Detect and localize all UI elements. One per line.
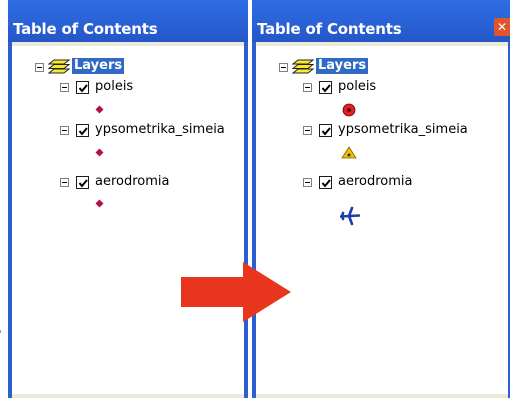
collapse-toggle-aerodromia[interactable]	[60, 178, 69, 187]
layer-name-poleis[interactable]: poleis	[338, 79, 376, 95]
frame-edge	[256, 394, 508, 398]
diamond-marker-icon	[95, 199, 104, 208]
collapse-toggle-aerodromia[interactable]	[303, 178, 312, 187]
diamond-marker-icon	[95, 148, 104, 157]
title-bar[interactable]: Table of Contents ✕	[252, 0, 510, 42]
close-button[interactable]: ✕	[494, 18, 510, 36]
layer-name-ypsometrika[interactable]: ypsometrika_simeia	[95, 122, 225, 138]
red-circle-marker-icon	[342, 103, 356, 117]
layer-checkbox-ypsometrika[interactable]	[319, 124, 332, 137]
collapse-toggle-poleis[interactable]	[60, 83, 69, 92]
window-title: Table of Contents	[13, 20, 158, 38]
layer-name-ypsometrika[interactable]: ypsometrika_simeia	[338, 122, 468, 138]
frame-edge	[256, 42, 508, 46]
layer-checkbox-aerodromia[interactable]	[76, 176, 89, 189]
layer-checkbox-ypsometrika[interactable]	[76, 124, 89, 137]
layer-checkbox-poleis[interactable]	[76, 81, 89, 94]
frame-edge	[12, 394, 244, 398]
layers-icon	[48, 59, 70, 74]
stray-tick-mark	[0, 330, 1, 333]
collapse-toggle-ypsometrika[interactable]	[60, 126, 69, 135]
collapse-toggle[interactable]	[279, 63, 288, 72]
layer-checkbox-poleis[interactable]	[319, 81, 332, 94]
layers-icon	[292, 59, 314, 74]
layer-checkbox-aerodromia[interactable]	[319, 176, 332, 189]
collapse-toggle-ypsometrika[interactable]	[303, 126, 312, 135]
layer-name-aerodromia[interactable]: aerodromia	[338, 174, 412, 190]
collapse-toggle[interactable]	[35, 63, 44, 72]
title-bar[interactable]: Table of Contents	[8, 0, 248, 42]
airplane-marker-icon	[340, 206, 360, 226]
yellow-triangle-marker-icon	[341, 146, 357, 159]
layers-root-label[interactable]: Layers	[72, 58, 125, 74]
layers-root-label[interactable]: Layers	[316, 58, 369, 74]
arrow-right-icon	[181, 262, 291, 322]
layer-name-aerodromia[interactable]: aerodromia	[95, 174, 169, 190]
window-title: Table of Contents	[257, 20, 402, 38]
toc-tree: Layers poleis ypsometrika_simeia aerodro…	[252, 42, 510, 398]
toc-tree: Layers poleis ypsometrika_simeia aerodro…	[8, 42, 248, 398]
diamond-marker-icon	[95, 105, 104, 114]
toc-panel-before: Table of Contents Layers poleis ypsometr…	[8, 0, 248, 398]
frame-edge	[12, 42, 244, 46]
collapse-toggle-poleis[interactable]	[303, 83, 312, 92]
layer-name-poleis[interactable]: poleis	[95, 79, 133, 95]
toc-panel-after: Table of Contents ✕ Layers poleis ypsome…	[252, 0, 510, 398]
